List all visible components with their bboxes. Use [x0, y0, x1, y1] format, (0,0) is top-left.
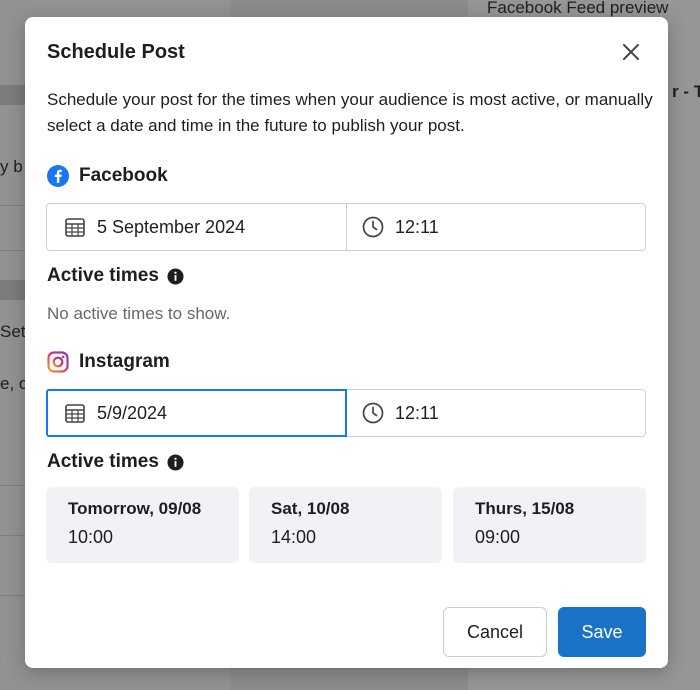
active-time-card[interactable]: Thurs, 15/08 09:00	[453, 487, 646, 563]
clock-icon	[362, 216, 384, 238]
calendar-icon	[65, 404, 85, 423]
active-time-value: 10:00	[68, 527, 114, 547]
background-bar	[0, 85, 25, 105]
active-times-text: Active times	[47, 451, 159, 472]
background-bar	[0, 280, 25, 300]
close-icon	[623, 44, 639, 60]
instagram-time-value: 12:11	[395, 402, 439, 423]
facebook-label: Facebook	[79, 165, 168, 186]
cancel-button[interactable]: Cancel	[443, 607, 547, 657]
instagram-time-input[interactable]: 12:11	[347, 390, 645, 436]
facebook-date-input[interactable]: 5 September 2024	[47, 204, 347, 250]
active-time-card[interactable]: Tomorrow, 09/08 10:00	[46, 487, 239, 563]
schedule-post-dialog: Schedule Post Schedule your post for the…	[25, 17, 668, 668]
background-preview-title: Facebook Feed preview	[487, 0, 669, 17]
background-fragment: r - T	[672, 82, 700, 101]
facebook-active-times-label: Active times	[47, 265, 184, 287]
active-time-day: Tomorrow, 09/08	[68, 499, 202, 518]
facebook-date-value: 5 September 2024	[97, 216, 246, 237]
instagram-icon	[47, 351, 69, 373]
active-time-day: Sat, 10/08	[271, 499, 350, 518]
dialog-title: Schedule Post	[47, 41, 185, 63]
no-active-times-text: No active times to show.	[47, 304, 231, 323]
instagram-section-label: Instagram	[47, 351, 170, 373]
info-icon[interactable]	[167, 267, 184, 285]
instagram-schedule-picker: 5/9/2024 12:11	[46, 389, 646, 437]
facebook-time-input[interactable]: 12:11	[347, 204, 645, 250]
instagram-date-input[interactable]: 5/9/2024	[46, 389, 347, 437]
instagram-label: Instagram	[79, 351, 170, 372]
info-icon[interactable]	[167, 453, 184, 471]
calendar-icon	[65, 218, 85, 237]
active-time-value: 09:00	[475, 527, 521, 547]
active-times-text: Active times	[47, 265, 159, 286]
facebook-schedule-picker: 5 September 2024 12:11	[46, 203, 646, 251]
clock-icon	[362, 402, 384, 424]
save-button[interactable]: Save	[558, 607, 646, 657]
close-button[interactable]	[620, 41, 642, 63]
facebook-time-value: 12:11	[395, 216, 439, 237]
facebook-icon	[47, 165, 69, 187]
active-time-card[interactable]: Sat, 10/08 14:00	[249, 487, 442, 563]
dialog-description: Schedule your post for the times when yo…	[47, 90, 653, 135]
instagram-active-times-label: Active times	[47, 451, 184, 473]
active-time-value: 14:00	[271, 527, 317, 547]
active-time-day: Thurs, 15/08	[475, 499, 575, 518]
background-fragment: Set	[0, 322, 26, 341]
facebook-section-label: Facebook	[47, 165, 168, 187]
background-fragment: y b	[0, 157, 23, 176]
instagram-date-value: 5/9/2024	[97, 402, 168, 423]
